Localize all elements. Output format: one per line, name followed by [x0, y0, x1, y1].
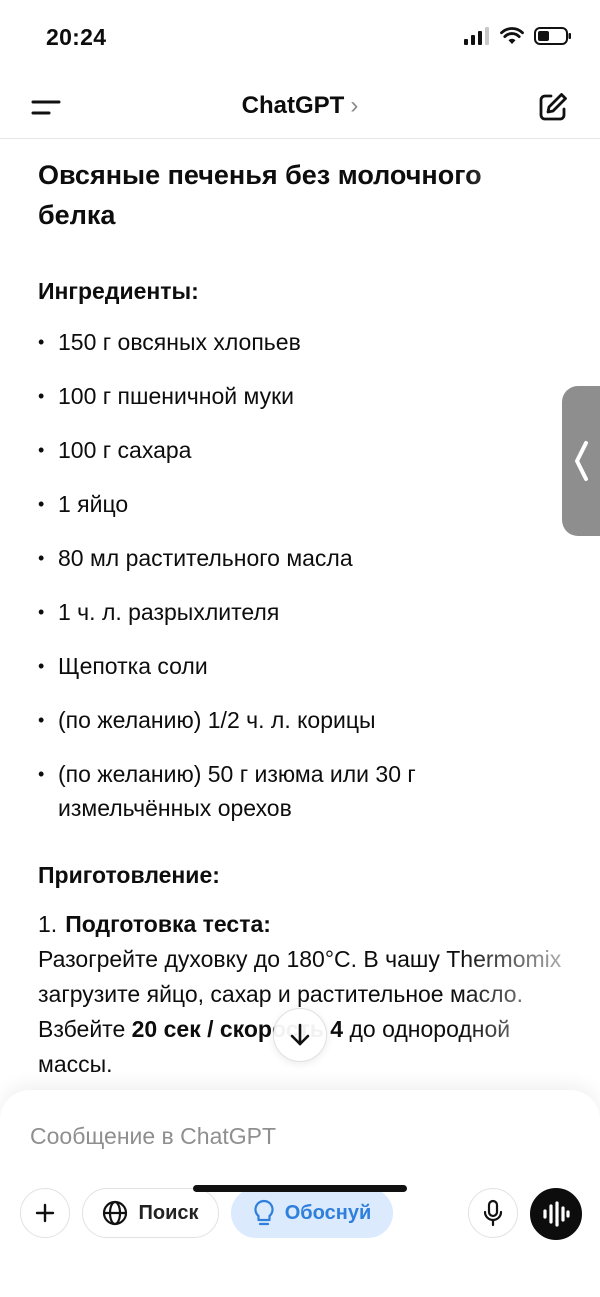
- home-indicator: [193, 1185, 407, 1192]
- message-content: Овсяные печенья без молочного белка Ингр…: [0, 140, 600, 1090]
- list-item: 1 яйцо: [38, 487, 562, 521]
- battery-icon: [534, 27, 571, 45]
- new-chat-button[interactable]: [534, 88, 572, 126]
- ingredients-list: 150 г овсяных хлопьев 100 г пшеничной му…: [38, 325, 562, 825]
- voice-waveform-icon: [543, 1201, 570, 1227]
- mic-button[interactable]: [468, 1188, 518, 1238]
- chevron-right-icon: ›: [350, 92, 359, 119]
- plus-icon: [35, 1203, 55, 1223]
- new-chat-icon: [539, 93, 567, 121]
- top-nav: ChatGPT ›: [0, 76, 600, 139]
- composer: Сообщение в ChatGPT Поиск Обоснуй: [0, 1090, 600, 1297]
- chevron-left-icon: [575, 441, 588, 481]
- scroll-down-button[interactable]: [273, 1008, 327, 1062]
- search-button[interactable]: Поиск: [82, 1188, 219, 1238]
- mic-icon: [483, 1199, 503, 1227]
- list-item: 1 ч. л. разрыхлителя: [38, 595, 562, 629]
- list-item: 100 г сахара: [38, 433, 562, 467]
- list-item: Щепотка соли: [38, 649, 562, 683]
- list-item: 100 г пшеничной муки: [38, 379, 562, 413]
- status-time: 20:24: [46, 24, 107, 50]
- search-label: Поиск: [138, 1201, 199, 1224]
- model-selector[interactable]: ChatGPT ›: [0, 92, 600, 120]
- ingredients-heading: Ингредиенты:: [38, 278, 199, 304]
- lightbulb-icon: [254, 1199, 274, 1226]
- cellular-signal-icon: [464, 27, 489, 45]
- list-item: (по желанию) 50 г изюма или 30 г измельч…: [38, 757, 562, 825]
- preparation-heading: Приготовление:: [38, 862, 220, 888]
- list-item: (по желанию) 1/2 ч. л. корицы: [38, 703, 562, 737]
- list-item: 80 мл растительного масла: [38, 541, 562, 575]
- side-panel-handle[interactable]: [562, 386, 600, 536]
- status-bar: 20:24: [0, 0, 600, 76]
- arrow-down-icon: [290, 1023, 310, 1046]
- nav-title: ChatGPT: [241, 92, 345, 119]
- step-1: 1. Подготовка теста:: [38, 907, 562, 942]
- globe-icon: [103, 1200, 128, 1226]
- list-item: 150 г овсяных хлопьев: [38, 325, 562, 359]
- reason-label: Обоснуй: [284, 1201, 372, 1224]
- status-icons: [464, 26, 572, 46]
- reason-button[interactable]: Обоснуй: [231, 1188, 393, 1238]
- step-number: 1.: [38, 911, 58, 937]
- voice-mode-button[interactable]: [530, 1188, 582, 1240]
- step-title: Подготовка теста:: [65, 911, 271, 937]
- recipe-title: Овсяные печенья без молочного белка: [38, 160, 482, 230]
- message-input[interactable]: Сообщение в ChatGPT: [30, 1123, 276, 1150]
- attach-button[interactable]: [20, 1188, 70, 1238]
- wifi-icon: [500, 27, 524, 44]
